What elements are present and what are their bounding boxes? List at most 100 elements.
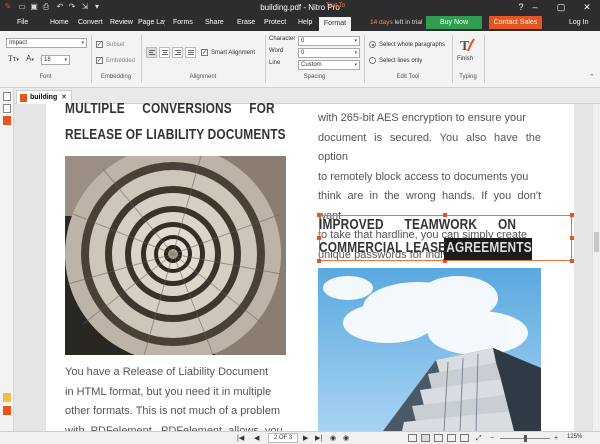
left-body-text[interactable]: You have a Release of Liability Document… [65,363,286,441]
left-heading-line-1[interactable]: MULTIPLE CONVERSIONS FOR [65,101,286,117]
trial-text: left in trial [394,19,423,26]
embedded-label: Embedded [106,58,136,65]
close-button[interactable]: ✕ [574,0,600,15]
font-size-value: 18 [44,57,51,63]
facing-continuous-view-icon[interactable] [447,434,456,442]
align-left-button[interactable] [146,47,157,58]
spacing-group-label: Spacing [303,74,326,80]
zoom-slider-thumb[interactable] [524,435,527,442]
smart-alignment-checkbox[interactable]: ✓ Smart Alignment [201,49,255,56]
fit-width-view-icon[interactable] [460,434,469,442]
minimize-button[interactable]: – [522,0,548,15]
resize-handle[interactable] [570,259,574,263]
menu-file[interactable]: File [17,19,28,26]
checkbox-icon: ✓ [96,57,103,64]
right-heading-line-1[interactable]: IMPROVED TEAMWORK ON [319,217,516,233]
word-spacing-dropdown[interactable]: 0 ▾ [298,48,360,58]
typing-group-label: Typing [459,74,477,80]
facing-view-icon[interactable] [434,434,443,442]
chevron-down-icon: ▾ [354,38,357,44]
menu-home[interactable]: Home [50,19,69,26]
align-right-button[interactable] [172,47,183,58]
radio-empty-icon [369,57,376,64]
left-rail [0,88,14,431]
finish-typing-icon[interactable]: T [459,37,475,54]
select-paragraphs-radio[interactable]: Select whole paragraphs [369,41,445,48]
font-size-decrease-icon[interactable]: Tт▾ [8,54,19,63]
continuous-view-icon[interactable] [421,434,430,442]
last-page-icon[interactable]: ▶| [315,434,322,443]
zoom-out-icon[interactable]: − [490,434,494,443]
align-center-button[interactable] [159,47,170,58]
next-page-icon[interactable]: ▶ [303,434,308,443]
collapse-ribbon-icon[interactable]: ⌃ [589,73,595,81]
trial-days: 14 days [370,19,393,26]
zoom-level[interactable]: 125% [567,434,582,440]
document-tab[interactable]: building ✕ [16,90,72,104]
right-body-line: document is secured. You also have the o… [318,131,541,164]
menu-forms[interactable]: Forms [173,19,193,26]
previous-page-icon[interactable]: ◀ [254,434,259,443]
single-page-view-icon[interactable] [408,434,417,442]
resize-handle[interactable] [317,259,321,263]
embedding-group-label: Embedding [100,74,132,80]
menu-review[interactable]: Review [110,19,133,26]
line-spacing-dropdown[interactable]: Custom ▾ [298,60,360,70]
signatures-panel-icon[interactable] [3,406,11,415]
bookmarks-panel-icon[interactable] [3,104,11,113]
title-bar: ✎ ▭ ▣ ⎙ ↶ ↷ ⇲ ▾ building.pdf - Nitro Pro… [0,0,600,15]
comments-panel-icon[interactable] [3,393,11,402]
resize-handle[interactable] [570,213,574,217]
vertical-scrollbar[interactable] [592,104,600,431]
font-family-value: Impact [9,40,28,46]
menu-convert[interactable]: Convert [78,19,103,26]
edit-tool-group-label: Edit Tool [396,74,420,80]
select-lines-radio[interactable]: Select lines only [369,57,422,64]
smart-alignment-label: Smart Alignment [211,50,256,57]
contact-sales-button[interactable]: Contact Sales [489,16,542,29]
line-spacing-value: Custom [301,62,322,68]
trial-notice: 14 days left in trial [370,19,422,26]
subset-checkbox[interactable]: ✓ Subset [96,41,125,48]
menu-format[interactable]: Format [319,17,351,31]
character-spacing-dropdown[interactable]: 0 ▾ [298,36,360,46]
resize-handle[interactable] [570,236,574,240]
chevron-down-icon: ▾ [354,62,357,68]
fit-page-icon[interactable]: ⤢ [476,434,482,443]
zoom-in-icon[interactable]: + [554,434,558,443]
login-link[interactable]: Log In [569,19,588,26]
font-color-icon[interactable]: A▾ [26,54,34,63]
font-family-dropdown[interactable]: Impact ▾ [6,38,87,48]
next-view-icon[interactable]: ◉ [343,434,349,443]
building-sky-image[interactable] [318,268,541,431]
first-page-icon[interactable]: |◀ [237,434,244,443]
left-heading-line-2[interactable]: RELEASE OF LIABILITY DOCUMENTS [65,127,286,143]
character-label: Character [269,36,296,42]
menu-erase[interactable]: Erase [237,19,255,26]
attachments-panel-icon[interactable] [3,116,11,125]
radio-selected-icon [369,41,376,48]
right-heading-line-2[interactable]: COMMERCIAL LEASEAGREEMENTS [319,240,532,256]
spiral-staircase-image[interactable] [65,156,286,355]
menu-protect[interactable]: Protect [264,19,286,26]
scrollbar-thumb[interactable] [594,232,599,252]
word-spacing-value: 0 [301,50,305,56]
pages-panel-icon[interactable] [3,92,11,101]
context-tab-label: Text To [326,3,345,9]
alignment-group-label: Alignment [189,74,217,80]
status-bar: |◀ ◀ 2 OF 3 ▶ ▶| ◉ ◉ ⤢ − + 125% [0,431,600,444]
previous-view-icon[interactable]: ◉ [330,434,336,443]
select-lines-label: Select lines only [379,58,423,65]
menu-page-layout[interactable]: Page Layout [138,19,165,26]
font-group-label: Font [39,74,52,80]
embedded-checkbox[interactable]: ✓ Embedded [96,57,135,64]
maximize-button[interactable]: ▢ [548,0,574,15]
font-size-dropdown[interactable]: 18 ▾ [41,55,70,65]
chevron-down-icon: ▾ [81,40,84,46]
menu-share[interactable]: Share [205,19,224,26]
buy-now-button[interactable]: Buy Now [426,16,482,29]
page-number-field[interactable]: 2 OF 3 [268,433,298,443]
align-justify-button[interactable] [185,47,196,58]
right-body-line: with 265-bit AES encryption to ensure yo… [318,112,526,124]
menu-help[interactable]: Help [298,19,312,26]
